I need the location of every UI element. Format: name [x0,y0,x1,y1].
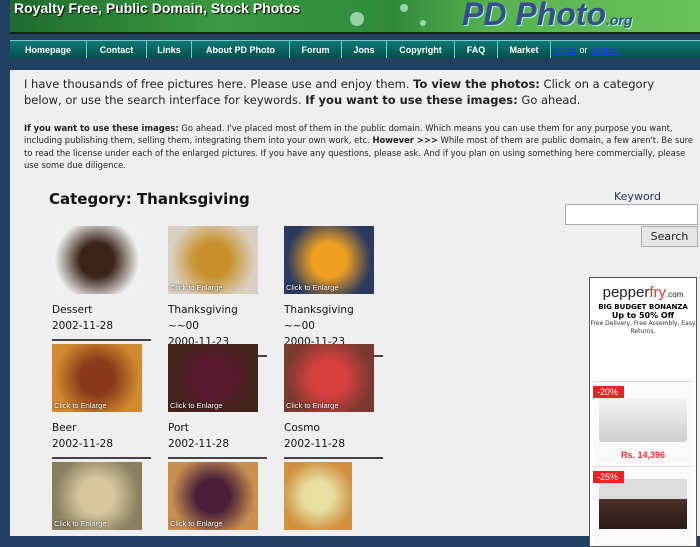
nav-contact[interactable]: Contact [87,41,147,58]
photo-item[interactable]: Click to Enlarge [168,462,267,530]
ad-product-mattress[interactable]: -20% Rs. 14,396 [593,381,693,463]
photo-item[interactable]: Click to Enlarge Thanksgiving ~~00 2000-11… [284,226,383,357]
nav-homepage[interactable]: Homepage [10,41,87,58]
mattress-image [599,398,687,442]
intro-part: Go ahead. [517,93,581,107]
click-to-enlarge-label: Click to Enlarge [170,519,223,528]
category-title: Category: Thanksgiving [49,190,250,208]
photo-item[interactable]: Click to Enlarge [52,462,151,530]
photo-thumbnail[interactable]: Click to Enlarge [284,344,374,412]
click-to-enlarge-label: Click to Enlarge [286,283,339,292]
divider [52,339,151,341]
usage-notice: If you want to use these images: Go ahea… [24,122,698,172]
login-link[interactable]: log in [555,45,577,55]
keyword-search-input[interactable] [565,204,698,225]
photo-date: 2002-11-28 [52,320,114,332]
ad-headline: BIG BUDGET BONANZA [598,303,688,311]
click-to-enlarge-label: Click to Enlarge [54,401,107,410]
nav-links[interactable]: Links [147,41,192,58]
or-text: or [579,44,588,55]
search-button[interactable]: Search [641,226,698,247]
discount-badge: -25% [593,471,625,483]
logo-text: PD Photo [462,0,606,32]
photo-thumbnail[interactable]: Click to Enlarge [52,462,142,530]
ad-brand: pepperfry.com [590,284,696,301]
pepperfry-ad[interactable]: pepperfry.com BIG BUDGET BONANZA Up to 5… [589,277,697,547]
notice-bold: If you want to use these images: [24,123,179,133]
intro-part: I have thousands of free pictures here. … [24,77,414,91]
nav-forum[interactable]: Forum [290,41,342,58]
nav-faq[interactable]: FAQ [455,41,498,58]
brand-c: .com [666,290,684,299]
photo-item[interactable]: Dessert 2002-11-28 [52,226,151,341]
click-to-enlarge-label: Click to Enlarge [170,283,223,292]
photo-item[interactable] [284,462,383,530]
divider [284,457,383,459]
divider [52,457,151,459]
photo-title[interactable]: Thanksgiving ~~00 [284,302,383,334]
ad-subtext: Free Delivery, Free Assembly, Easy Retur… [590,320,696,335]
photo-thumbnail[interactable]: Click to Enlarge [168,462,258,530]
discount-badge: -20% [593,386,625,398]
photo-title[interactable]: Cosmo [284,420,383,436]
photo-thumbnail[interactable] [52,226,142,294]
ad-product-bed[interactable]: -25% [593,466,693,546]
photo-thumbnail[interactable]: Click to Enlarge [168,226,258,294]
bed-image [599,479,687,529]
water-drop [400,4,408,12]
intro-bold: If you want to use these images: [305,93,518,107]
intro-text: I have thousands of free pictures here. … [24,76,694,108]
photo-item[interactable]: Click to Enlarge Beer 2002-11-28 [52,344,151,459]
notice-bold: However >>> [372,135,438,146]
content-panel: I have thousands of free pictures here. … [10,70,700,547]
photo-date: 2002-11-28 [52,438,114,450]
water-drop [350,12,364,26]
site-logo[interactable]: PD Photo.org [462,0,632,33]
photo-thumbnail[interactable]: Click to Enlarge [168,344,258,412]
intro-bold: To view the photos: [413,77,540,91]
click-to-enlarge-label: Click to Enlarge [286,401,339,410]
photo-title[interactable]: Beer [52,420,151,436]
click-to-enlarge-label: Click to Enlarge [54,519,107,528]
login-area: log in or register [551,41,621,58]
site-tagline: Royalty Free, Public Domain, Stock Photo… [14,0,301,16]
photo-item[interactable]: Click to Enlarge Thanksgiving ~~00 2000-11… [168,226,267,357]
site-banner[interactable]: Royalty Free, Public Domain, Stock Photo… [10,0,700,34]
photo-item[interactable]: Click to Enlarge Port 2002-11-28 [168,344,267,459]
product-price: Rs. 14,396 [620,450,666,460]
photo-title[interactable]: Dessert [52,302,151,318]
photo-date: 2002-11-28 [284,438,346,450]
photo-thumbnail[interactable] [284,462,352,530]
register-link[interactable]: register [591,45,621,55]
brand-a: pepper [602,284,650,301]
water-drop [420,20,426,26]
photo-title[interactable]: Thanksgiving ~~00 [168,302,267,334]
nav-market[interactable]: Market [498,41,551,58]
photo-thumbnail[interactable]: Click to Enlarge [52,344,142,412]
brand-b: fry [649,284,667,301]
photo-thumbnail[interactable]: Click to Enlarge [284,226,374,294]
main-nav: Homepage Contact Links About PD Photo Fo… [10,40,700,58]
click-to-enlarge-label: Click to Enlarge [170,401,223,410]
photo-title[interactable]: Port [168,420,267,436]
photo-date: 2002-11-28 [168,438,230,450]
divider [168,457,267,459]
ad-offer: Up to 50% Off [611,311,675,320]
logo-suffix: .org [605,12,633,28]
nav-copyright[interactable]: Copyright [387,41,455,58]
nav-about[interactable]: About PD Photo [192,41,290,58]
nav-jons[interactable]: Jons [342,41,387,58]
photo-item[interactable]: Click to Enlarge Cosmo 2002-11-28 [284,344,383,459]
